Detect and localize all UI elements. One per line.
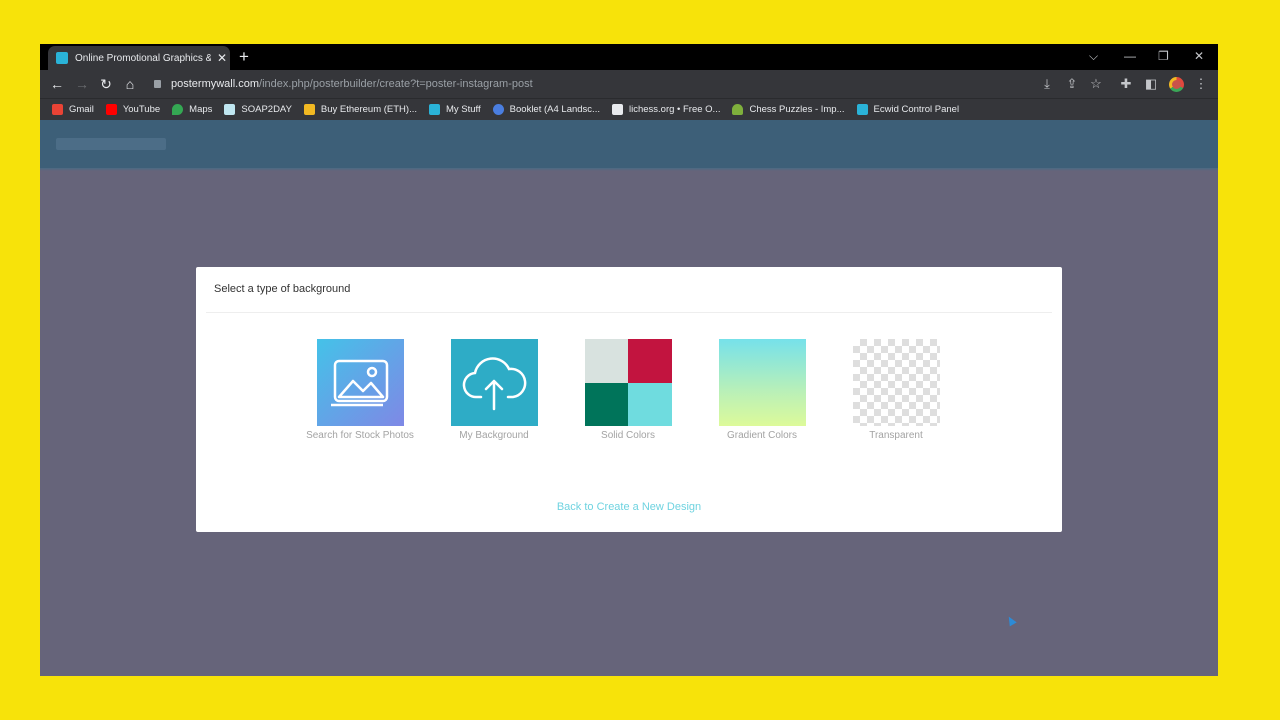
option-gradient-colors[interactable]: Gradient Colors (702, 339, 822, 441)
bookmark-label: SOAP2DAY (241, 104, 292, 115)
option-my-background[interactable]: My Background (434, 339, 554, 441)
bookmark-gmail[interactable]: Gmail (52, 104, 94, 115)
swatch-dark-green (584, 382, 628, 426)
bookmark-label: lichess.org • Free O... (628, 104, 721, 115)
option-label: My Background (459, 430, 529, 441)
bookmark-chess-puzzles[interactable]: Chess Puzzles - Imp... (732, 104, 845, 115)
home-icon[interactable]: ⌂ (121, 74, 139, 94)
new-tab-button[interactable]: + (239, 47, 249, 67)
image-icon (330, 359, 388, 407)
chess-pawn-icon (732, 104, 744, 115)
browser-toolbar: ← → ↻ ⌂ postermywall.com /index.php/post… (40, 70, 1218, 98)
ecwid-icon (856, 104, 868, 115)
bookmark-star-icon[interactable]: ☆ (1088, 74, 1104, 94)
swatch-crimson (628, 339, 672, 383)
forward-arrow-icon[interactable]: → (73, 74, 91, 94)
url-path: /index.php/posterbuilder/create?t=poster… (259, 78, 533, 90)
bookmarks-bar: Gmail YouTube Maps SOAP2DAY Buy Ethereum… (40, 98, 1218, 120)
bookmark-label: Maps (189, 104, 213, 115)
bookmark-label: Gmail (69, 104, 94, 115)
bookmark-maps[interactable]: Maps (172, 104, 212, 115)
side-panel-icon[interactable]: ◧ (1143, 74, 1159, 94)
kebab-menu-icon[interactable]: ⋮ (1193, 74, 1209, 94)
url-host: postermywall.com (171, 78, 260, 90)
my-stuff-icon (429, 104, 440, 115)
dialog-title: Select a type of background (214, 283, 351, 295)
dialog-divider (206, 312, 1052, 313)
close-window-button[interactable]: ✕ (1194, 47, 1204, 65)
youtube-icon (105, 104, 117, 115)
minimize-button[interactable]: — (1124, 47, 1136, 65)
tab-postermywall[interactable]: Online Promotional Graphics & V ✕ (48, 46, 230, 70)
option-transparent[interactable]: Transparent (836, 339, 956, 441)
bookmark-label: Ecwid Control Panel (873, 104, 960, 115)
option-label: Solid Colors (601, 430, 655, 441)
soap2day-icon (224, 104, 236, 115)
option-label: Transparent (869, 430, 923, 441)
bookmark-label: YouTube (122, 104, 161, 115)
lock-icon[interactable] (154, 80, 161, 88)
my-background-thumbnail[interactable] (450, 339, 538, 426)
bookmark-ecwid[interactable]: Ecwid Control Panel (856, 104, 960, 115)
bookmark-booklet[interactable]: Booklet (A4 Landsc... (492, 104, 600, 115)
bookmark-label: My Stuff (446, 104, 481, 115)
ethereum-icon (303, 104, 315, 115)
site-header (40, 120, 1218, 171)
tab-strip: Online Promotional Graphics & V ✕ + ⌵ — … (40, 44, 1218, 70)
background-type-dialog: Select a type of background Search for S… (196, 267, 1062, 532)
stock-photos-thumbnail[interactable] (316, 339, 404, 426)
option-label: Gradient Colors (726, 430, 798, 441)
reload-icon[interactable]: ↻ (97, 74, 115, 94)
share-icon[interactable]: ⇪ (1064, 74, 1080, 94)
tab-title: Online Promotional Graphics & V (75, 52, 211, 64)
bookmark-label: Chess Puzzles - Imp... (749, 104, 845, 115)
swatch-light-gray (584, 339, 628, 383)
transparent-thumbnail[interactable] (852, 339, 940, 426)
option-solid-colors[interactable]: Solid Colors (568, 339, 688, 441)
site-logo[interactable] (56, 138, 166, 150)
back-arrow-icon[interactable]: ← (48, 74, 66, 94)
bookmark-buy-ethereum[interactable]: Buy Ethereum (ETH)... (303, 104, 417, 115)
site-favicon (56, 52, 68, 64)
back-to-create-link[interactable]: Back to Create a New Design (196, 501, 1062, 513)
lichess-icon (611, 104, 623, 115)
swatch-aqua (628, 382, 672, 426)
maps-icon (172, 104, 184, 115)
solid-colors-thumbnail[interactable] (584, 339, 672, 426)
bookmark-youtube[interactable]: YouTube (105, 104, 161, 115)
gradient-colors-thumbnail[interactable] (718, 339, 806, 426)
profile-avatar[interactable] (1169, 77, 1184, 92)
extensions-puzzle-icon[interactable]: ✚ (1118, 74, 1134, 94)
booklet-icon (492, 104, 504, 115)
bookmark-label: Booklet (A4 Landsc... (509, 104, 600, 115)
bookmark-my-stuff[interactable]: My Stuff (429, 104, 481, 115)
gmail-icon (52, 104, 63, 115)
cloud-upload-icon (462, 357, 526, 411)
bookmark-soap2day[interactable]: SOAP2DAY (224, 104, 292, 115)
option-label: Search for Stock Photos (306, 430, 414, 441)
option-stock-photos[interactable]: Search for Stock Photos (300, 339, 420, 441)
tab-close-icon[interactable]: ✕ (217, 52, 227, 64)
browser-window: Online Promotional Graphics & V ✕ + ⌵ — … (40, 44, 1218, 676)
install-app-icon[interactable]: ⤓ (1039, 74, 1055, 94)
tab-search-icon[interactable]: ⌵ (1089, 47, 1098, 65)
bookmark-lichess[interactable]: lichess.org • Free O... (611, 104, 721, 115)
restore-button[interactable]: ❐ (1158, 47, 1169, 65)
address-bar[interactable]: postermywall.com /index.php/posterbuilde… (146, 73, 1046, 95)
bookmark-label: Buy Ethereum (ETH)... (320, 104, 417, 115)
mouse-cursor-icon (1005, 614, 1017, 627)
